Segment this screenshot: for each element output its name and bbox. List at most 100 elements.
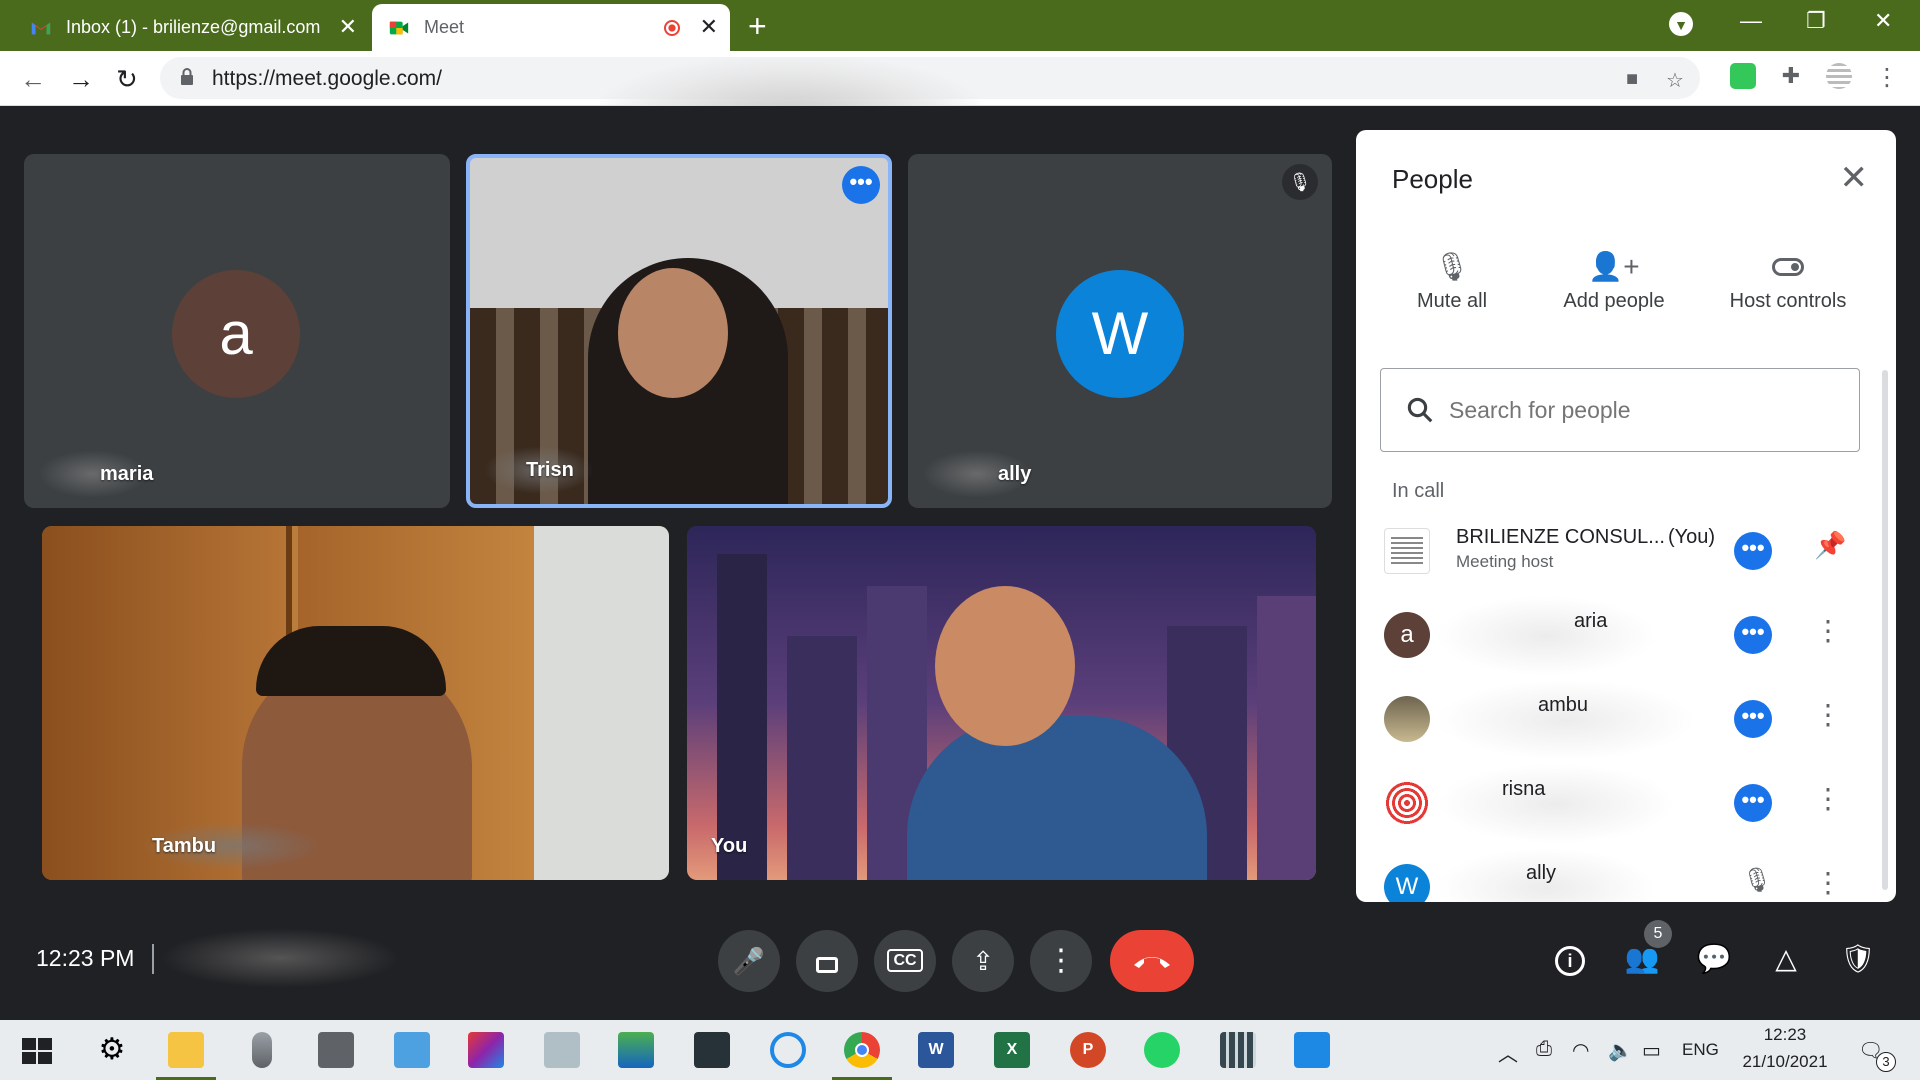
pin-icon[interactable]: 📌 xyxy=(1814,530,1846,561)
back-icon[interactable]: ← xyxy=(20,64,46,95)
participant-row[interactable]: a aria ••• ⋮ xyxy=(1356,596,1896,676)
tray-clock-date[interactable]: 21/10/2021 xyxy=(1736,1052,1834,1072)
reload-icon[interactable]: ↻ xyxy=(116,64,138,95)
meeting-info-icon[interactable]: i xyxy=(1552,942,1588,978)
participant-row[interactable]: BRILIENZE CONSUL... (You) Meeting host •… xyxy=(1356,512,1896,592)
more-options-button[interactable]: ••• xyxy=(1734,616,1772,654)
end-call-button[interactable] xyxy=(1110,930,1194,992)
action-label: Add people xyxy=(1563,290,1665,312)
calculator-icon[interactable] xyxy=(1220,1032,1256,1068)
more-vert-icon[interactable]: ⋮ xyxy=(1814,866,1842,899)
search-input[interactable] xyxy=(1449,391,1829,429)
more-options-button[interactable]: ••• xyxy=(842,166,880,204)
more-options-button[interactable]: ⋮ xyxy=(1030,930,1092,992)
chrome-icon[interactable] xyxy=(832,1032,892,1080)
participant-tile[interactable]: a maria xyxy=(24,154,450,508)
whatsapp-icon[interactable] xyxy=(1144,1032,1180,1068)
captions-button[interactable]: CC xyxy=(874,930,936,992)
more-vert-icon[interactable]: ⋮ xyxy=(1814,782,1842,815)
more-options-button[interactable]: ••• xyxy=(1734,700,1772,738)
camera-app-icon[interactable] xyxy=(318,1032,354,1068)
camera-button[interactable] xyxy=(796,930,858,992)
profile-avatar[interactable] xyxy=(1826,63,1852,89)
present-screen-button[interactable]: ⇪ xyxy=(952,930,1014,992)
app-icon[interactable] xyxy=(544,1032,580,1068)
close-tab-icon[interactable]: ✕ xyxy=(339,16,357,38)
search-people-field[interactable] xyxy=(1380,368,1860,452)
tab-meet[interactable]: Meet ✕ xyxy=(372,4,730,51)
scrollbar[interactable] xyxy=(1882,370,1888,890)
excel-icon[interactable]: X xyxy=(994,1032,1030,1068)
microphone-button[interactable]: 🎤 xyxy=(718,930,780,992)
skyline-building xyxy=(1257,596,1316,880)
mute-all-button[interactable]: 🎙 Mute all xyxy=(1392,250,1512,313)
bookmark-star-icon[interactable]: ☆ xyxy=(1666,68,1684,93)
more-vert-icon[interactable]: ⋮ xyxy=(1814,614,1842,647)
divider xyxy=(152,944,154,974)
activities-icon[interactable]: △ xyxy=(1768,942,1804,978)
present-icon: ⇪ xyxy=(972,946,994,976)
word-icon[interactable]: W xyxy=(918,1032,954,1068)
restore-icon[interactable]: ❐ xyxy=(1806,8,1826,34)
more-options-button[interactable]: ••• xyxy=(1734,784,1772,822)
host-controls-shield-icon[interactable]: 🛡 xyxy=(1840,942,1876,978)
participant-row[interactable]: risna ••• ⋮ xyxy=(1356,764,1896,844)
host-controls-button[interactable]: Host controls xyxy=(1710,250,1866,313)
video-face xyxy=(618,268,728,398)
close-icon[interactable]: ✕ xyxy=(1840,158,1869,198)
extensions-puzzle-icon[interactable]: ✚ xyxy=(1778,63,1804,89)
photos-icon[interactable] xyxy=(618,1032,654,1068)
camera-in-use-icon[interactable]: ■ xyxy=(1626,68,1638,91)
toggle-icon xyxy=(1710,250,1866,290)
participant-tile[interactable]: W 🎙 ally xyxy=(908,154,1332,508)
tab-gmail[interactable]: Inbox (1) - brilienze@gmail.com ✕ xyxy=(14,4,369,51)
gmail-icon xyxy=(31,22,51,34)
settings-gear-icon[interactable]: ⚙ xyxy=(94,1032,130,1068)
video-wall xyxy=(534,526,669,880)
battery-icon[interactable]: ▭ xyxy=(1642,1038,1661,1063)
participant-row[interactable]: ambu ••• ⋮ xyxy=(1356,680,1896,760)
extension-icon[interactable] xyxy=(1730,63,1756,89)
close-window-icon[interactable]: ✕ xyxy=(1874,8,1892,34)
participant-tile-self[interactable]: You xyxy=(687,526,1316,880)
windows-taskbar: ⚙ W X P ︿ ⎙ ◠ 🔈 ▭ ENG 12:23 21/10/2021 🗨… xyxy=(0,1020,1920,1080)
powerpoint-icon[interactable]: P xyxy=(1070,1032,1106,1068)
tray-clock-time[interactable]: 12:23 xyxy=(1736,1025,1834,1045)
chrome-menu-icon[interactable]: ⋮ xyxy=(1874,63,1900,91)
show-hidden-icons-chevron-icon[interactable]: ︿ xyxy=(1498,1038,1518,1067)
tab-search-icon[interactable]: ▼ xyxy=(1669,12,1693,36)
close-tab-icon[interactable]: ✕ xyxy=(700,16,718,38)
calendar-icon[interactable] xyxy=(1294,1032,1330,1068)
app-icon[interactable] xyxy=(394,1032,430,1068)
wifi-icon[interactable]: ◠ xyxy=(1572,1038,1589,1063)
meet-now-icon[interactable]: ⎙ xyxy=(1536,1038,1552,1061)
avatar: W xyxy=(1056,270,1184,398)
internet-explorer-icon[interactable] xyxy=(770,1032,806,1068)
app-icon[interactable] xyxy=(694,1032,730,1068)
volume-icon[interactable]: 🔈 xyxy=(1608,1038,1633,1063)
participant-tile[interactable]: Tambu xyxy=(42,526,669,880)
new-tab-button[interactable]: + xyxy=(748,8,767,45)
mic-off-icon: 🎙 xyxy=(1742,867,1773,894)
minimize-icon[interactable]: — xyxy=(1740,8,1762,34)
forward-icon[interactable]: → xyxy=(68,64,94,95)
file-explorer-icon[interactable] xyxy=(156,1032,216,1080)
windows-start-icon[interactable] xyxy=(20,1032,56,1068)
more-vert-icon[interactable]: ⋮ xyxy=(1814,698,1842,731)
voice-recorder-icon[interactable] xyxy=(252,1032,272,1068)
app-icon[interactable] xyxy=(468,1032,504,1068)
omnibox[interactable]: https://meet.google.com/ ■ ☆ xyxy=(160,57,1700,177)
avatar xyxy=(1384,528,1430,574)
language-indicator[interactable]: ENG xyxy=(1682,1040,1719,1060)
tab-title: Inbox (1) - brilienze@gmail.com xyxy=(66,17,321,37)
participant-name: Tambu xyxy=(152,835,217,857)
chat-icon[interactable]: 💬 xyxy=(1696,942,1732,978)
more-options-button[interactable]: ••• xyxy=(1734,532,1772,570)
video-hair xyxy=(256,626,446,696)
participant-row[interactable]: W ally 🎙 ⋮ xyxy=(1356,848,1896,902)
participant-tile-active[interactable]: Trisn ••• xyxy=(466,154,892,508)
action-label: Host controls xyxy=(1729,290,1847,312)
add-people-button[interactable]: 👤+ Add people xyxy=(1542,250,1686,313)
browser-tab-bar: Inbox (1) - brilienze@gmail.com ✕ Meet ✕… xyxy=(0,0,1920,51)
url-text: https://meet.google.com/ xyxy=(212,67,442,90)
